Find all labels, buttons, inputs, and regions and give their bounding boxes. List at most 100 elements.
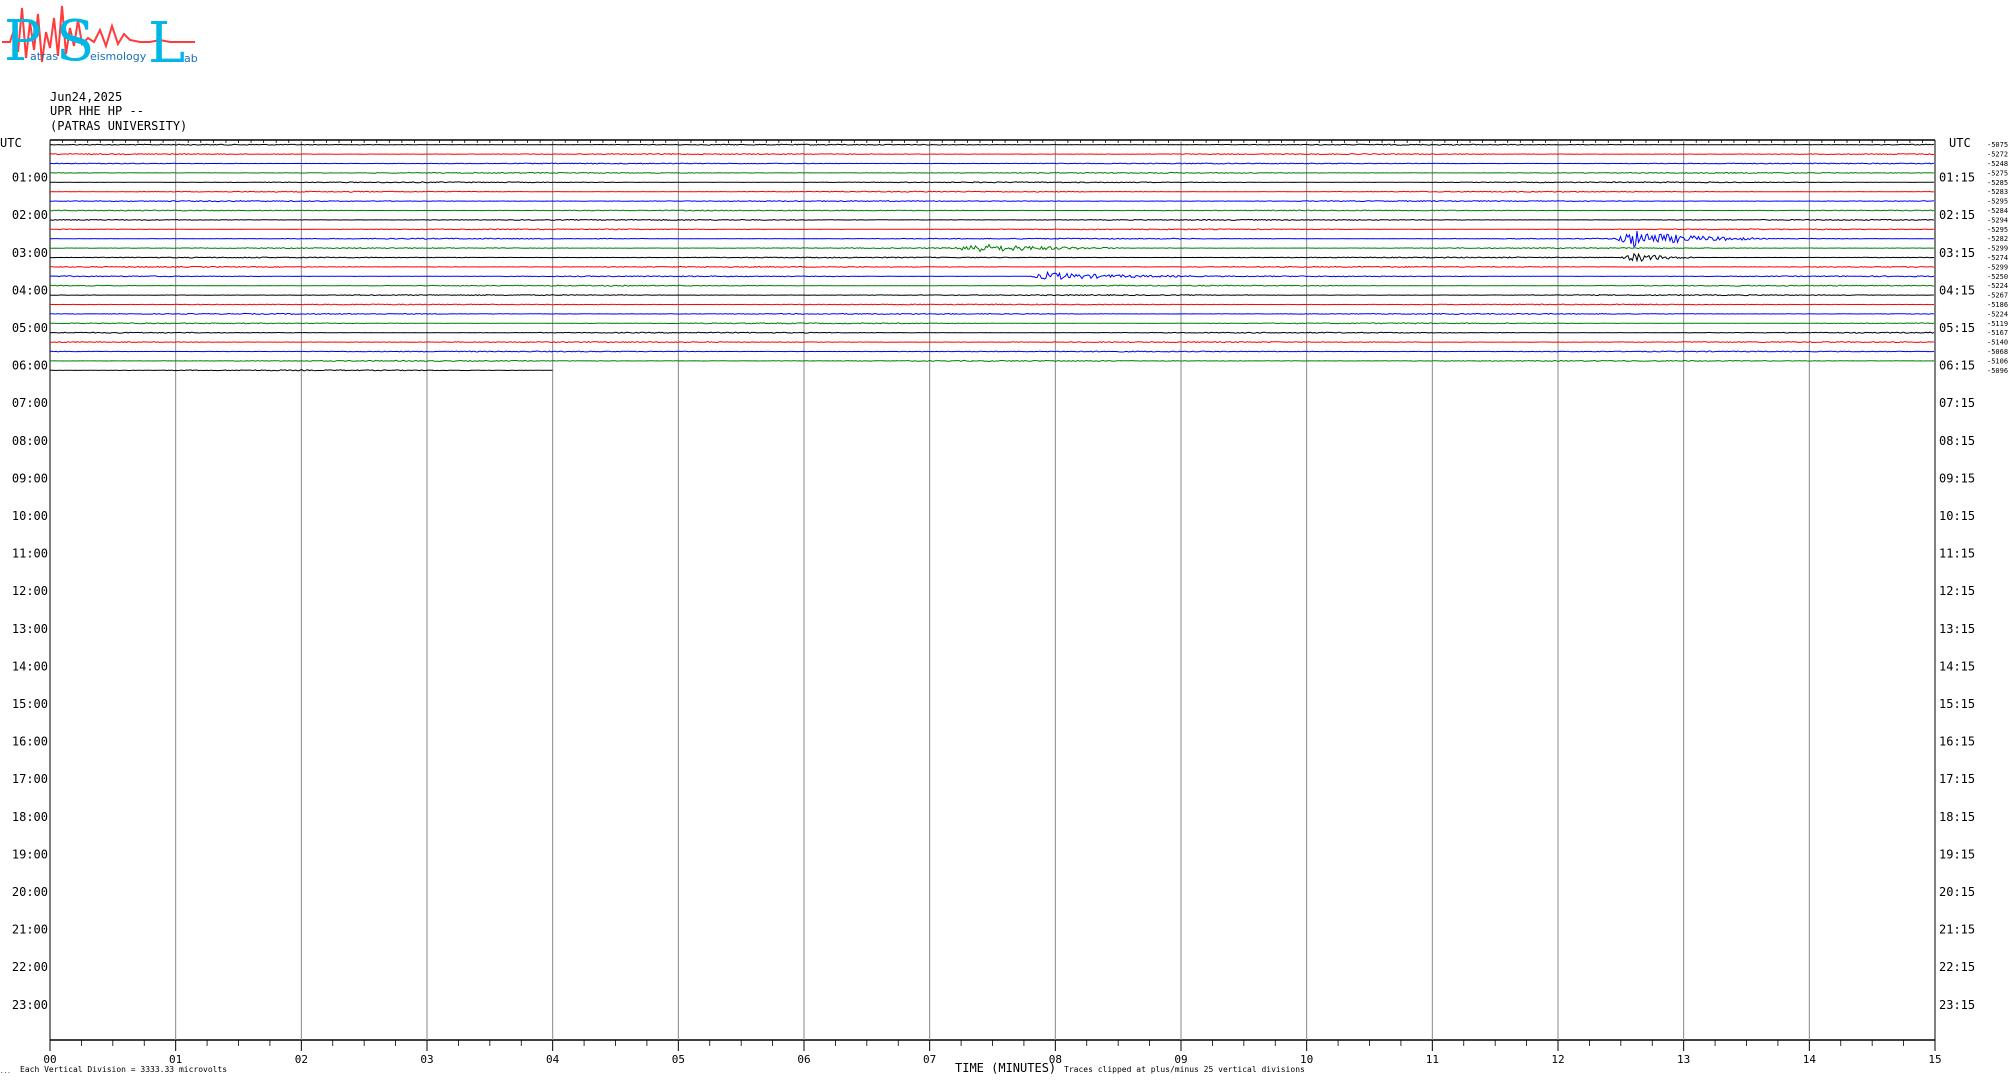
logo-letter-s: S bbox=[56, 9, 94, 74]
trace-offset-label: -5248 bbox=[1987, 160, 2008, 168]
left-hour-label: 18:00 bbox=[12, 810, 48, 824]
seismic-trace bbox=[49, 143, 1935, 146]
left-hour-label: 02:00 bbox=[12, 208, 48, 222]
seismic-trace bbox=[49, 265, 1935, 268]
seismic-trace bbox=[50, 312, 1935, 315]
right-hour-label: 06:15 bbox=[1939, 359, 1975, 373]
seismic-trace bbox=[49, 341, 1935, 344]
seismic-trace bbox=[49, 331, 1935, 334]
trace-offset-label: -5275 bbox=[1987, 169, 2008, 177]
seismic-trace bbox=[49, 199, 1934, 203]
logo-word-atras: atras bbox=[30, 50, 58, 63]
seismic-trace bbox=[49, 243, 1935, 253]
left-hour-label: 07:00 bbox=[12, 396, 48, 410]
trace-offset-label: -5283 bbox=[1987, 188, 2008, 196]
minute-tick-label: 14 bbox=[1803, 1053, 1817, 1066]
seismic-trace bbox=[49, 181, 1934, 184]
minute-tick-label: 12 bbox=[1551, 1053, 1564, 1066]
right-hour-label: 10:15 bbox=[1939, 509, 1975, 523]
left-hour-label: 17:00 bbox=[12, 772, 48, 786]
corner-mark: ... bbox=[0, 1068, 11, 1075]
right-hour-label: 05:15 bbox=[1939, 321, 1975, 335]
left-hour-label: 23:00 bbox=[12, 998, 48, 1012]
seismic-trace bbox=[49, 284, 1935, 287]
seismic-trace bbox=[49, 228, 1935, 231]
right-hour-label: 23:15 bbox=[1939, 998, 1975, 1012]
minute-tick-label: 02 bbox=[295, 1053, 308, 1066]
right-hour-label: 11:15 bbox=[1939, 547, 1975, 561]
logo-word-eismology: eismology bbox=[90, 50, 147, 63]
psl-logo: P atras S eismology L ab bbox=[2, 5, 198, 76]
left-hour-label: 22:00 bbox=[12, 960, 48, 974]
left-hour-label: 08:00 bbox=[12, 434, 48, 448]
left-hour-label: 12:00 bbox=[12, 584, 48, 598]
right-hour-label: 16:15 bbox=[1939, 735, 1975, 749]
trace-offset-label: -5250 bbox=[1987, 273, 2008, 281]
left-hour-label: 11:00 bbox=[12, 547, 48, 561]
axis-labels: 00 01 02 03 04 05 06 07 08 09 10 11 12 13 14 1501:0002:… bbox=[12, 141, 2008, 1066]
left-hour-label: 10:00 bbox=[12, 509, 48, 523]
right-hour-label: 07:15 bbox=[1939, 396, 1975, 410]
right-hour-label: 12:15 bbox=[1939, 584, 1975, 598]
minute-tick-label: 11 bbox=[1426, 1053, 1439, 1066]
seismic-trace bbox=[49, 322, 1935, 325]
right-hour-label: 17:15 bbox=[1939, 772, 1975, 786]
left-hour-label: 01:00 bbox=[12, 171, 48, 185]
seismic-trace bbox=[49, 252, 1935, 263]
trace-offset-label: -5294 bbox=[1987, 216, 2008, 224]
right-hour-label: 21:15 bbox=[1939, 923, 1975, 937]
trace-offset-label: -5224 bbox=[1987, 282, 2008, 290]
logo-letter-p: P bbox=[4, 9, 42, 74]
header-station: UPR HHE HP -- bbox=[50, 104, 144, 118]
right-hour-label: 04:15 bbox=[1939, 283, 1975, 297]
right-hour-label: 13:15 bbox=[1939, 622, 1975, 636]
trace-offset-label: -5284 bbox=[1987, 207, 2008, 215]
trace-offset-label: -5299 bbox=[1987, 245, 2008, 253]
trace-offset-label: -5299 bbox=[1987, 263, 2008, 271]
minute-tick-label: 13 bbox=[1677, 1053, 1690, 1066]
seismic-trace bbox=[50, 190, 1935, 193]
left-hour-label: 15:00 bbox=[12, 697, 48, 711]
trace-offset-label: -5106 bbox=[1987, 357, 2008, 365]
right-hour-label: 18:15 bbox=[1939, 810, 1975, 824]
seismic-trace bbox=[50, 303, 1935, 306]
seismic-trace bbox=[49, 231, 1935, 248]
right-hour-label: 22:15 bbox=[1939, 960, 1975, 974]
left-hour-label: 20:00 bbox=[12, 885, 48, 899]
trace-offset-label: -5186 bbox=[1987, 301, 2008, 309]
trace-offset-label: -5075 bbox=[1987, 141, 2008, 149]
seismic-trace bbox=[49, 162, 1935, 165]
left-hour-label: 03:00 bbox=[12, 246, 48, 260]
minute-tick-label: 03 bbox=[420, 1053, 433, 1066]
trace-offset-label: -5224 bbox=[1987, 310, 2008, 318]
vertical-division-note: Each Vertical Division = 3333.33 microvo… bbox=[20, 1065, 227, 1074]
trace-offset-label: -5167 bbox=[1987, 329, 2008, 337]
trace-offset-label: -5272 bbox=[1987, 151, 2008, 159]
trace-offset-label: -5267 bbox=[1987, 292, 2008, 300]
right-hour-label: 08:15 bbox=[1939, 434, 1975, 448]
trace-offset-label: -5096 bbox=[1987, 367, 2008, 375]
trace-offset-label: -5295 bbox=[1987, 198, 2008, 206]
right-hour-label: 03:15 bbox=[1939, 246, 1975, 260]
left-hour-label: 05:00 bbox=[12, 321, 48, 335]
clipping-note: Traces clipped at plus/minus 25 vertical… bbox=[1064, 1065, 1305, 1074]
trace-offset-label: -5068 bbox=[1987, 348, 2008, 356]
minute-tick-label: 04 bbox=[546, 1053, 560, 1066]
trace-offset-label: -5282 bbox=[1987, 235, 2008, 243]
minute-tick-label: 05 bbox=[672, 1053, 685, 1066]
trace-offset-label: -5140 bbox=[1987, 339, 2008, 347]
left-hour-label: 19:00 bbox=[12, 847, 48, 861]
left-hour-label: 13:00 bbox=[12, 622, 48, 636]
right-hour-label: 02:15 bbox=[1939, 208, 1975, 222]
seismic-trace bbox=[50, 209, 1935, 212]
trace-offset-label: -5285 bbox=[1987, 179, 2008, 187]
left-hour-label: 21:00 bbox=[12, 923, 48, 937]
right-hour-label: 09:15 bbox=[1939, 471, 1975, 485]
left-utc-header: UTC bbox=[0, 136, 22, 150]
trace-offset-label: -5274 bbox=[1987, 254, 2008, 262]
seismic-trace bbox=[49, 270, 1935, 281]
helicorder-plot: P atras S eismology L ab Jun24,2025 UPR … bbox=[0, 5, 2008, 1075]
logo-word-ab: ab bbox=[184, 52, 198, 65]
right-hour-label: 14:15 bbox=[1939, 659, 1975, 673]
left-hour-label: 09:00 bbox=[12, 471, 48, 485]
